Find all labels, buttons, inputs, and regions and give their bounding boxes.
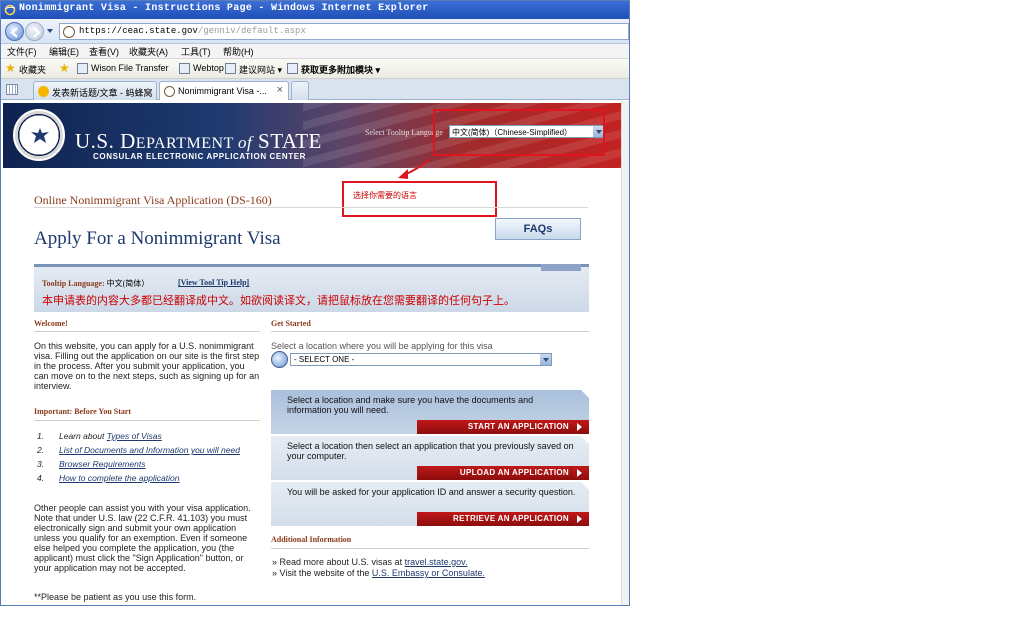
application-label: Online Nonimmigrant Visa Application (DS…: [34, 193, 272, 207]
start-application-panel: Select a location and make sure you have…: [271, 390, 589, 434]
eagle-icon: [31, 128, 49, 143]
embassy-consulate-link[interactable]: U.S. Embassy or Consulate.: [372, 568, 485, 578]
favorite-item-webtop[interactable]: Webtop: [193, 63, 224, 73]
documents-list-link[interactable]: List of Documents and Information you wi…: [59, 445, 240, 455]
history-dropdown-icon[interactable]: [46, 27, 54, 35]
welcome-heading: Welcome!: [34, 319, 68, 328]
favorite-item-suggested-sites[interactable]: 建议网站 ▾: [239, 63, 282, 76]
page-icon: [179, 63, 190, 74]
upload-application-button[interactable]: UPLOAD AN APPLICATION: [417, 466, 589, 480]
tab-nonimmigrant-visa[interactable]: Nonimmigrant Visa -... ×: [159, 81, 289, 100]
tab-bar: 发表新话题/文章 - 蚂蜂窝 Nonimmigrant Visa -... ×: [1, 79, 629, 100]
tooltip-language-heading: Tooltip Language: 中文(简体）: [42, 279, 150, 288]
annotation-text: 选择你需要的语言: [353, 191, 417, 200]
site-favicon-icon: [164, 86, 175, 97]
favorites-bar: ★ 收藏夹 ★ Wison File Transfer Webtop 建议网站 …: [1, 59, 629, 79]
internet-explorer-icon: [4, 4, 16, 16]
browser-window: Nonimmigrant Visa - Instructions Page - …: [0, 0, 630, 606]
steps-list: 1. Learn about Types of Visas 2. List of D…: [37, 431, 257, 487]
back-arrow-icon: [10, 27, 18, 38]
browser-requirements-link[interactable]: Browser Requirements: [59, 459, 145, 469]
get-started-heading: Get Started: [271, 319, 311, 328]
menu-tools[interactable]: 工具(T): [181, 45, 211, 58]
translation-message: 本申请表的内容大多都已经翻译成中文。如欲阅读译文，请把鼠标放在您需要翻译的任何句…: [42, 295, 515, 307]
retrieve-application-text: You will be asked for your application I…: [287, 487, 576, 497]
location-select[interactable]: - SELECT ONE -: [290, 353, 552, 366]
quick-tabs-icon[interactable]: [6, 84, 18, 95]
list-item: 2. List of Documents and Information you …: [37, 445, 240, 455]
address-field[interactable]: https://ceac.state.gov/genniv/default.as…: [59, 23, 629, 40]
menu-bar: 文件(F) 编辑(E) 查看(V) 收藏夹(A) 工具(T) 帮助(H): [1, 44, 629, 59]
department-seal-icon: [13, 109, 65, 161]
favorite-item-get-addons[interactable]: 获取更多附加模块 ▾: [301, 63, 380, 76]
chevron-down-icon[interactable]: [540, 354, 551, 365]
favorites-star-icon: ★: [5, 61, 16, 75]
play-arrow-icon: [577, 515, 582, 523]
start-application-text: Select a location and make sure you have…: [287, 395, 534, 415]
list-item: 3. Browser Requirements: [37, 459, 146, 469]
vertical-scrollbar[interactable]: [621, 101, 629, 605]
title-bar: Nonimmigrant Visa - Instructions Page - …: [1, 1, 629, 19]
menu-help[interactable]: 帮助(H): [223, 45, 254, 58]
faqs-button[interactable]: FAQs: [495, 218, 581, 240]
patience-note: **Please be patient as you use this form…: [34, 592, 197, 602]
upload-application-panel: Select a location then select an applica…: [271, 436, 589, 480]
page-icon: [77, 63, 88, 74]
additional-links: » Read more about U.S. visas at travel.s…: [272, 557, 485, 579]
play-arrow-icon: [577, 423, 582, 431]
location-selected-value: - SELECT ONE -: [294, 355, 355, 364]
menu-view[interactable]: 查看(V): [89, 45, 119, 58]
annotation-arrow-icon: [398, 158, 431, 179]
menu-edit[interactable]: 编辑(E): [49, 45, 79, 58]
list-item: 1. Learn about Types of Visas: [37, 431, 162, 441]
menu-file[interactable]: 文件(F): [7, 45, 37, 58]
tab-label: Nonimmigrant Visa -...: [178, 86, 267, 96]
start-application-button[interactable]: START AN APPLICATION: [417, 420, 589, 434]
ceac-subtitle: CONSULAR ELECTRONIC APPLICATION CENTER: [93, 152, 307, 161]
favorite-item-wison[interactable]: Wison File Transfer: [91, 63, 169, 73]
web-page: U.S. DEPARTMENT of STATE CONSULAR ELECTR…: [1, 101, 629, 605]
close-tab-icon[interactable]: ×: [277, 84, 283, 96]
favorites-button[interactable]: 收藏夹: [19, 63, 46, 76]
assistance-note: Other people can assist you with your vi…: [34, 503, 251, 573]
list-item: 4. How to complete the application: [37, 473, 180, 483]
tooltip-language-panel: Tooltip Language: 中文(简体） [View Tool Tip …: [34, 264, 589, 312]
window-title: Nonimmigrant Visa - Instructions Page - …: [19, 3, 429, 14]
globe-icon: [271, 351, 288, 368]
view-tooltip-help-link[interactable]: [View Tool Tip Help]: [178, 278, 249, 287]
forward-button[interactable]: [25, 22, 44, 41]
site-favicon-icon: [38, 86, 49, 97]
ie-page-icon: [287, 63, 298, 74]
forward-arrow-icon: [33, 27, 41, 38]
play-arrow-icon: [577, 469, 582, 477]
department-title: U.S. DEPARTMENT of STATE: [75, 129, 322, 153]
welcome-text: On this website, you can apply for a U.S…: [34, 341, 260, 391]
tab-label: 发表新话题/文章 - 蚂蜂窝: [52, 88, 153, 98]
address-bar-area: https://ceac.state.gov/genniv/default.as…: [1, 19, 629, 44]
location-label: Select a location where you will be appl…: [271, 341, 493, 351]
tab-mafengwo[interactable]: 发表新话题/文章 - 蚂蜂窝: [33, 81, 157, 100]
how-to-complete-link[interactable]: How to complete the application: [59, 473, 180, 483]
back-button[interactable]: [5, 22, 24, 41]
ie-page-icon: [225, 63, 236, 74]
retrieve-application-panel: You will be asked for your application I…: [271, 482, 589, 526]
address-url: https://ceac.state.gov/genniv/default.as…: [79, 26, 306, 36]
new-tab-button[interactable]: [291, 81, 309, 100]
page-title: Apply For a Nonimmigrant Visa: [34, 228, 281, 249]
important-heading: Important: Before You Start: [34, 407, 132, 416]
travel-state-gov-link[interactable]: travel.state.gov.: [405, 557, 468, 567]
add-favorite-icon[interactable]: ★: [59, 61, 70, 75]
annotation-box-language: [433, 109, 605, 156]
tooltip-language-label: Select Tooltip Language: [365, 128, 443, 137]
upload-application-text: Select a location then select an applica…: [287, 441, 574, 461]
list-item: » Visit the website of the U.S. Embassy …: [272, 568, 485, 578]
site-favicon-icon: [63, 26, 75, 38]
menu-favorites[interactable]: 收藏夹(A): [129, 45, 168, 58]
list-item: » Read more about U.S. visas at travel.s…: [272, 557, 468, 567]
types-of-visas-link[interactable]: Types of Visas: [107, 431, 162, 441]
retrieve-application-button[interactable]: RETRIEVE AN APPLICATION: [417, 512, 589, 526]
additional-info-heading: Additional Information: [271, 535, 352, 544]
